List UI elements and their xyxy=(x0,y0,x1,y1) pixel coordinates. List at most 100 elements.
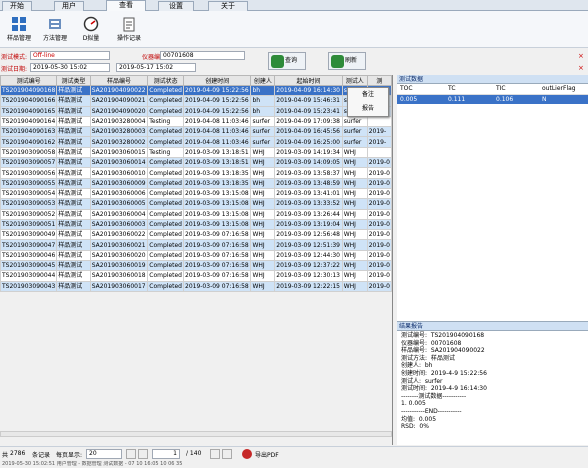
context-menu: 备注 报告 xyxy=(347,87,389,117)
tab-user[interactable]: 用户 xyxy=(54,1,84,11)
table-cell: surfer xyxy=(341,126,368,138)
export-pdf-button[interactable]: 导出PDF xyxy=(255,450,279,459)
col-test-type[interactable]: 测试类型 xyxy=(56,75,91,86)
table-cell xyxy=(366,146,392,159)
col-sample-id[interactable]: 样品编号 xyxy=(89,75,149,86)
table-row[interactable]: TS201904090162 样品测试 SA201903280002 Complete… xyxy=(0,136,392,148)
table-cell: 样品测试 xyxy=(56,229,91,241)
col-start-time[interactable]: 起始时间 xyxy=(274,75,343,86)
test-records-grid: 测试编号 测试类型 样品编号 测试状态 创建时间 创建人 起始时间 测试人 测 … xyxy=(0,75,393,445)
table-cell: SA201903060022 xyxy=(89,229,149,241)
query-button[interactable]: 查询 xyxy=(268,52,306,70)
operation-log-button[interactable]: 操作记录 xyxy=(112,14,146,46)
table-cell: WHJ xyxy=(250,198,276,210)
col-tester[interactable]: 测试人 xyxy=(341,75,368,86)
analog-button[interactable]: D拟量 xyxy=(74,14,108,46)
table-row[interactable]: TS201904090168 样品测试 SA201904090022 Complete… xyxy=(0,84,392,97)
cell-outlier-flag: N xyxy=(539,94,588,104)
table-row[interactable]: TS201903090053 样品测试 SA201903060005 Complete… xyxy=(0,198,392,210)
table-row[interactable]: TS201903090058 样品测试 SA201903060015 Testing 2… xyxy=(0,146,392,159)
table-row[interactable]: TS201903090046 样品测试 SA201903060020 Complete… xyxy=(0,249,392,262)
tab-settings[interactable]: 设置 xyxy=(158,1,194,11)
table-row[interactable]: TS201903090054 样品测试 SA201903060006 Complete… xyxy=(0,187,392,200)
table-row[interactable]: TS201903090047 样品测试 SA201903060021 Complete… xyxy=(0,239,392,251)
table-row[interactable]: TS201903090051 样品测试 SA201903060003 Complete… xyxy=(0,218,392,231)
horizontal-scrollbar[interactable] xyxy=(0,431,392,437)
table-cell: WHJ xyxy=(341,239,368,251)
col-end-time[interactable]: 测 xyxy=(366,75,392,86)
test-data-row[interactable]: 0.005 0.111 0.106 N xyxy=(397,94,588,104)
table-cell: 样品测试 xyxy=(56,115,91,128)
table-cell: 2019-0 xyxy=(366,167,392,179)
test-mode-select[interactable]: Off-line xyxy=(30,51,110,60)
table-cell: Completed xyxy=(147,177,184,189)
table-cell: TS201903090046 xyxy=(0,249,58,262)
refresh-button[interactable]: 刷新 xyxy=(328,52,366,70)
table-cell: TS201903090058 xyxy=(0,146,58,159)
table-row[interactable]: TS201903090057 样品测试 SA201903060014 Complete… xyxy=(0,157,392,169)
col-tc[interactable]: TC xyxy=(445,84,493,95)
menu-item-note[interactable]: 备注 xyxy=(348,88,388,102)
right-panel: 测试数据 TOC TC TIC outLierFlag 0.005 0.111 … xyxy=(397,75,588,445)
col-creator[interactable]: 创建人 xyxy=(250,75,276,86)
table-cell: 2019-03-09 07:16:58 xyxy=(182,260,252,272)
table-row[interactable]: TS201904090164 样品测试 SA201903280004 Testing 2… xyxy=(0,115,392,128)
table-cell: 2019-03-09 07:16:58 xyxy=(182,270,252,282)
table-row[interactable]: TS201904090166 样品测试 SA201904090021 Complete… xyxy=(0,95,392,107)
menu-item-report[interactable]: 报告 xyxy=(348,102,388,116)
close-icon[interactable]: × xyxy=(578,52,584,60)
col-test-status[interactable]: 测试状态 xyxy=(147,75,184,86)
table-cell: WHJ xyxy=(250,249,276,262)
prev-page-button[interactable] xyxy=(138,449,148,459)
table-cell: Completed xyxy=(147,95,184,107)
col-outlier-flag[interactable]: outLierFlag xyxy=(539,84,588,95)
first-page-button[interactable] xyxy=(126,449,136,459)
close-icon[interactable]: × xyxy=(578,64,584,72)
method-manage-button[interactable]: 方法管理 xyxy=(38,14,72,46)
table-row[interactable]: TS201903090056 样品测试 SA201903060010 Complete… xyxy=(0,167,392,179)
table-cell: 2019-0 xyxy=(366,187,392,200)
table-cell: 2019-03-09 12:56:48 xyxy=(274,229,343,241)
tab-start[interactable]: 开始 xyxy=(2,1,32,11)
table-row[interactable]: TS201903090044 样品测试 SA201903060018 Complete… xyxy=(0,270,392,282)
table-row[interactable]: TS201903090049 样品测试 SA201903060022 Complete… xyxy=(0,229,392,241)
pdf-icon[interactable] xyxy=(242,449,252,459)
table-cell: WHJ xyxy=(341,208,368,220)
table-cell: 样品测试 xyxy=(56,239,91,251)
sample-manage-button[interactable]: 样品管理 xyxy=(2,14,36,46)
table-cell: 样品测试 xyxy=(56,198,91,210)
date-from-input[interactable]: 2019-05-30 15:02 xyxy=(30,63,110,72)
table-cell: TS201903090045 xyxy=(0,260,58,272)
instrument-input[interactable]: 00701608 xyxy=(160,51,245,60)
table-cell: 2019-03-09 07:16:58 xyxy=(182,280,252,292)
test-data-header-row: TOC TC TIC outLierFlag xyxy=(397,84,588,95)
col-tic[interactable]: TIC xyxy=(493,84,539,95)
gauge-icon xyxy=(83,16,99,32)
report-line: -----------END----------- xyxy=(401,407,462,415)
page-size-input[interactable]: 20 xyxy=(86,449,122,459)
col-created-time[interactable]: 创建时间 xyxy=(182,75,252,86)
table-cell: 2019-03-09 14:09:05 xyxy=(274,157,343,169)
col-toc[interactable]: TOC xyxy=(397,84,445,95)
test-data-title: 测试数据 xyxy=(397,75,588,84)
table-cell: WHJ xyxy=(250,177,276,189)
table-cell: 2019-0 xyxy=(366,177,392,189)
table-cell: TS201904090164 xyxy=(0,115,58,128)
last-page-button[interactable] xyxy=(222,449,232,459)
next-page-button[interactable] xyxy=(210,449,220,459)
col-test-id[interactable]: 测试编号 xyxy=(0,75,58,86)
table-row[interactable]: TS201904090163 样品测试 SA201903280003 Complete… xyxy=(0,126,392,138)
tab-about[interactable]: 关于 xyxy=(208,1,248,11)
menu-tabs: 开始 用户 查看 设置 关于 xyxy=(0,0,588,12)
table-cell: TS201903090044 xyxy=(0,270,58,282)
table-row[interactable]: TS201903090052 样品测试 SA201903060004 Complete… xyxy=(0,208,392,220)
table-cell: 2019-04-09 17:09:38 xyxy=(274,115,343,128)
date-to-input[interactable]: 2019-05-17 15:02 xyxy=(116,63,196,72)
current-page-input[interactable]: 1 xyxy=(152,449,180,459)
table-row[interactable]: TS201903090045 样品测试 SA201903060019 Complete… xyxy=(0,260,392,272)
table-row[interactable]: TS201904090165 样品测试 SA201904090020 Complete… xyxy=(0,105,392,117)
table-row[interactable]: TS201903090043 样品测试 SA201903060017 Complete… xyxy=(0,280,392,292)
table-row[interactable]: TS201903090055 样品测试 SA201903060009 Complete… xyxy=(0,177,392,189)
table-cell: TS201903090049 xyxy=(0,229,58,241)
grid-icon xyxy=(12,17,26,31)
